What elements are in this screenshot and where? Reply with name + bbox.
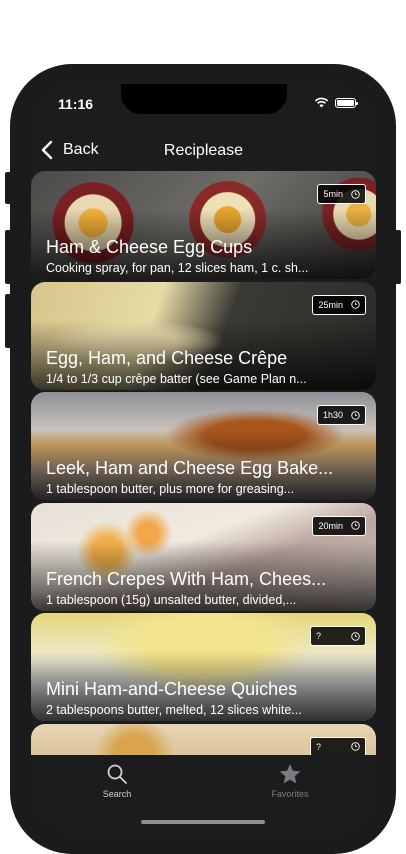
recipe-title: Ham & Cheese Egg Cups xyxy=(46,237,253,257)
recipe-title: French Crepes With Ham, Chees... xyxy=(46,568,327,589)
recipe-title: Egg, Ham, and Cheese Crêpe xyxy=(46,347,288,368)
time-badge: 20min xyxy=(312,515,366,536)
notch xyxy=(121,84,287,114)
recipe-row[interactable]: ? Mini Ham-and-Cheese Quiches 2 tablespo… xyxy=(31,613,376,721)
time-label: 25min xyxy=(318,299,343,310)
status-time: 11:16 xyxy=(58,96,94,112)
clock-icon xyxy=(351,410,360,420)
navigation-bar: Back Reciplease xyxy=(31,134,376,168)
recipe-ingredients: 1 tablespoon butter, plus more for greas… xyxy=(46,482,295,496)
time-badge: ? xyxy=(310,626,366,646)
page-title: Reciplease xyxy=(163,142,244,159)
recipe-row[interactable]: 5min Ham & Cheese Egg Cups Cooking spray… xyxy=(31,171,376,279)
clock-icon xyxy=(351,189,360,199)
battery-icon xyxy=(335,97,358,108)
recipe-title: Leek, Ham and Cheese Egg Bake... xyxy=(46,458,334,478)
time-label: 1h30 xyxy=(322,410,343,420)
tab-search[interactable]: Search xyxy=(77,763,157,799)
tab-search-label: Search xyxy=(102,789,132,799)
clock-icon xyxy=(351,300,360,309)
star-icon xyxy=(279,764,301,784)
wifi-icon xyxy=(314,97,329,108)
time-label: 20min xyxy=(318,520,343,531)
tab-favorites[interactable]: Favorites xyxy=(250,763,330,799)
recipe-row[interactable]: ? xyxy=(31,723,376,755)
recipe-list[interactable]: 5min Ham & Cheese Egg Cups Cooking spray… xyxy=(31,171,376,755)
recipe-ingredients: 1/4 to 1/3 cup crêpe batter (see Game Pl… xyxy=(46,371,307,386)
clock-icon xyxy=(351,631,360,641)
recipe-ingredients: 1 tablespoon (15g) unsalted butter, divi… xyxy=(46,592,297,607)
time-label: ? xyxy=(316,741,322,752)
time-label: ? xyxy=(316,631,322,641)
time-badge: 5min xyxy=(317,184,366,204)
recipe-row[interactable]: 25min Egg, Ham, and Cheese Crêpe 1/4 to … xyxy=(31,281,376,390)
time-badge: 1h30 xyxy=(316,405,366,425)
home-indicator[interactable] xyxy=(141,820,265,824)
time-badge: 25min xyxy=(312,294,366,315)
app-screen: 11:16 Back Reciplease 5min Ham & Cheese … xyxy=(31,84,376,836)
tab-favorites-label: Favorites xyxy=(271,789,309,799)
recipe-ingredients: 2 tablespoons butter, melted, 12 slices … xyxy=(46,703,302,717)
time-label: 5min xyxy=(323,189,343,199)
recipe-row[interactable]: 1h30 Leek, Ham and Cheese Egg Bake... 1 … xyxy=(31,392,376,500)
recipe-title: Mini Ham-and-Cheese Quiches xyxy=(46,679,298,699)
time-badge: ? xyxy=(310,736,366,755)
recipe-ingredients: Cooking spray, for pan, 12 slices ham, 1… xyxy=(46,261,309,275)
recipe-row[interactable]: 20min French Crepes With Ham, Chees... 1… xyxy=(31,502,376,611)
clock-icon xyxy=(351,742,360,751)
status-icons xyxy=(314,97,358,108)
clock-icon xyxy=(351,521,360,530)
search-icon xyxy=(107,764,127,784)
